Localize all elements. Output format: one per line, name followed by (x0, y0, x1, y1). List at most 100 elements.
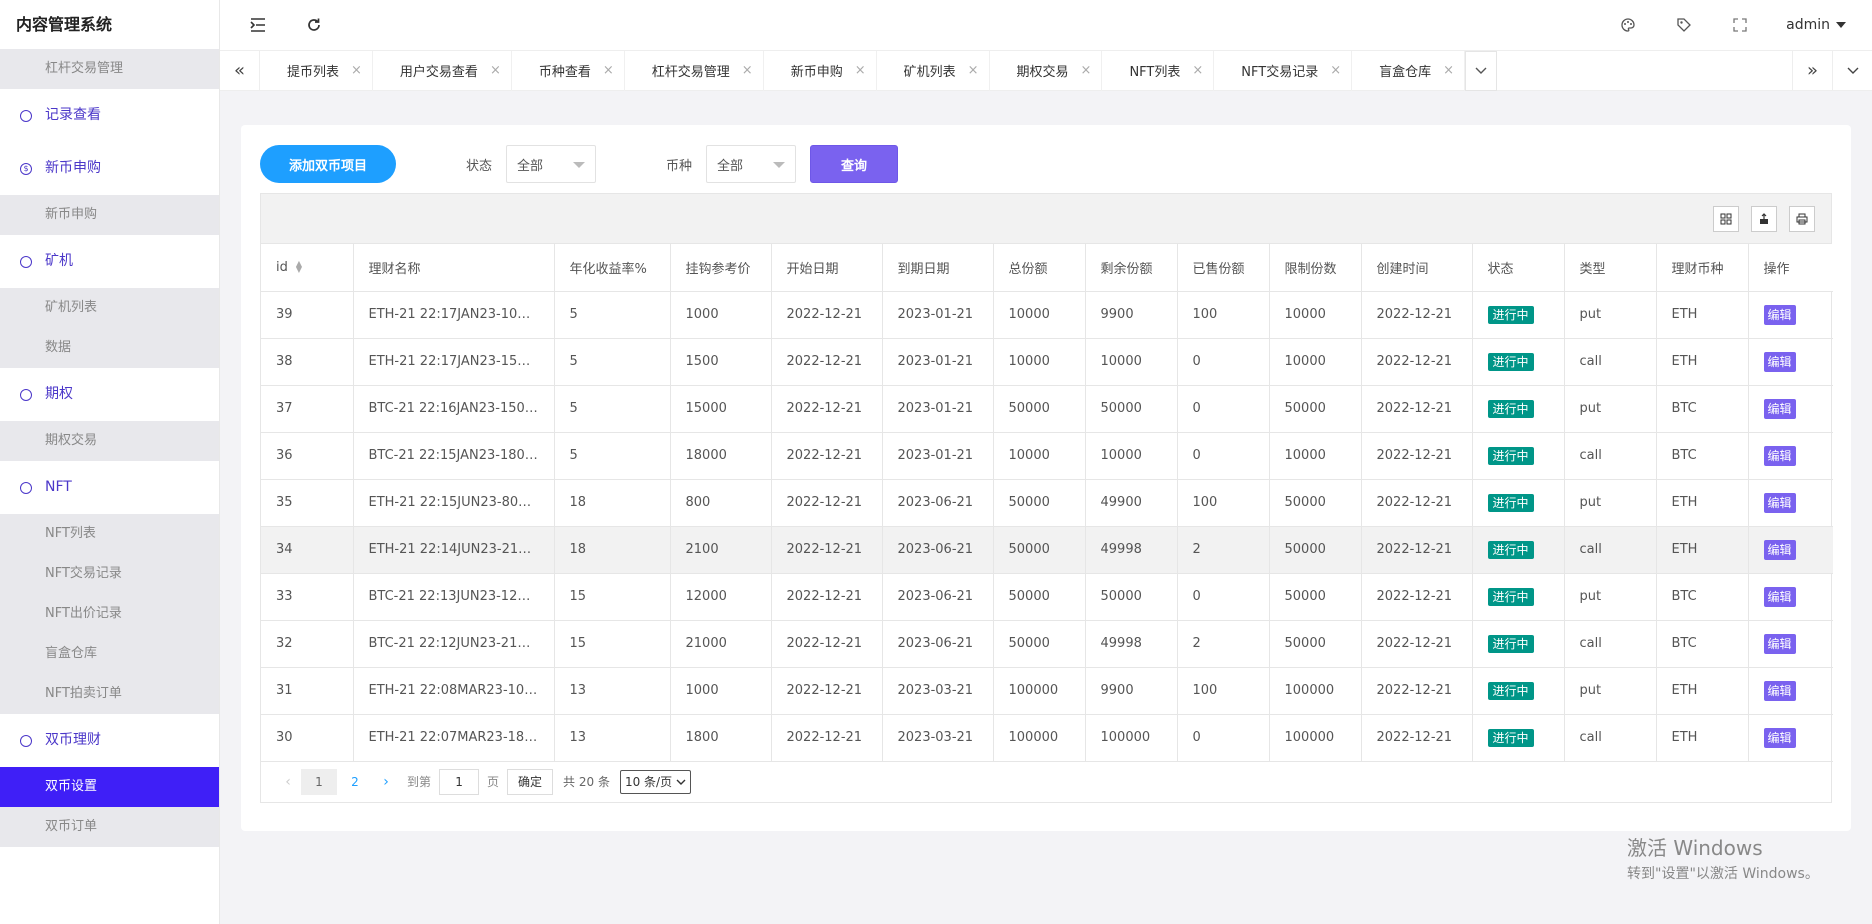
tab-label: NFT列表 (1129, 65, 1181, 80)
tab-item[interactable]: 盲盒仓库 × (1352, 50, 1466, 91)
add-dual-coin-button[interactable]: 添加双币项目 (260, 145, 397, 183)
tab-item[interactable]: 币种查看 × (512, 50, 625, 91)
print-icon[interactable] (1789, 205, 1815, 232)
column-header: 类型 (1564, 244, 1657, 292)
table-cell: 39 (261, 291, 354, 339)
submenu-item[interactable]: NFT拍卖订单 (0, 674, 219, 714)
sort-icon[interactable]: ▲ ▼ (296, 260, 302, 274)
page-2[interactable]: 2 (337, 769, 373, 795)
cell-action: 编辑 (1748, 714, 1833, 762)
refresh-icon[interactable] (304, 15, 324, 35)
edit-button[interactable]: 编辑 (1763, 493, 1796, 513)
table-tools (261, 194, 1831, 244)
table-cell: 5 (554, 432, 671, 480)
tabs-scroll-right-icon[interactable]: » (1792, 50, 1832, 91)
tab-item[interactable]: NFT列表 × (1102, 50, 1215, 91)
tab-item[interactable]: 用户交易查看 × (373, 50, 512, 91)
close-icon[interactable]: × (1081, 63, 1092, 78)
edit-button[interactable]: 编辑 (1763, 352, 1796, 372)
table-cell: 50000 (1269, 526, 1362, 574)
goto-page-input[interactable]: 1 (439, 768, 480, 795)
submenu-item[interactable]: NFT列表 (0, 514, 219, 554)
page-1[interactable]: 1 (301, 768, 337, 795)
submenu-item[interactable]: 杠杆交易管理 (0, 49, 219, 89)
submenu: 新币申购 (0, 195, 219, 235)
submenu-item[interactable]: 数据 (0, 328, 219, 368)
table-cell: 10000 (1085, 338, 1178, 386)
prev-page-icon[interactable]: ‹ (275, 774, 301, 790)
close-icon[interactable]: × (742, 63, 753, 78)
close-icon[interactable]: × (1330, 63, 1341, 78)
status-badge: 进行中 (1487, 494, 1534, 512)
table-cell: 2022-12-21 (1361, 432, 1473, 480)
next-page-icon[interactable]: › (373, 774, 399, 790)
query-button[interactable]: 查询 (810, 145, 899, 183)
close-icon[interactable]: × (490, 63, 501, 78)
edit-button[interactable]: 编辑 (1763, 681, 1796, 701)
tab-item[interactable]: NFT交易记录 × (1214, 50, 1353, 91)
submenu-item[interactable]: 双币设置 (0, 767, 219, 807)
page-size-select[interactable]: 10 条/页 (619, 769, 692, 794)
tabs-scroll-left-icon[interactable]: « (220, 50, 260, 91)
export-icon[interactable] (1751, 205, 1777, 232)
table-cell: 2022-12-21 (771, 620, 883, 668)
cell-action: 编辑 (1748, 667, 1833, 715)
column-header: 总份额 (993, 244, 1086, 292)
status-select[interactable]: 全部 (506, 145, 597, 183)
menu-group[interactable]: 记录查看 (0, 89, 219, 142)
tab-item[interactable]: 杠杆交易管理 × (625, 50, 764, 91)
close-icon[interactable]: × (351, 63, 362, 78)
menu-group[interactable]: 矿机 (0, 235, 219, 288)
edit-button[interactable]: 编辑 (1763, 587, 1796, 607)
tab-item[interactable]: 期权交易 × (990, 50, 1103, 91)
submenu-item[interactable]: 期权交易 (0, 421, 219, 461)
close-icon[interactable]: × (968, 63, 979, 78)
menu-group-label: 新币申购 (45, 160, 101, 176)
submenu-item[interactable]: 矿机列表 (0, 288, 219, 328)
menu-group[interactable]: 期权 (0, 368, 219, 421)
palette-icon[interactable] (1618, 15, 1638, 35)
tab-item[interactable]: 新币申购 × (764, 50, 877, 91)
edit-button[interactable]: 编辑 (1763, 446, 1796, 466)
menu-group[interactable]: 双币理财 (0, 714, 219, 767)
columns-filter-icon[interactable] (1713, 205, 1739, 232)
cell-status: 进行中 (1472, 432, 1565, 480)
table-cell: 2023-03-21 (882, 714, 994, 762)
windows-activation-watermark: 激活 Windows 转到"设置"以激活 Windows。 (1627, 832, 1819, 883)
table-cell: 9900 (1085, 291, 1178, 339)
cell-action: 编辑 (1748, 573, 1833, 621)
table-cell: 10000 (1269, 338, 1362, 386)
coin-select[interactable]: 全部 (706, 145, 797, 183)
chevron-down-icon[interactable] (1465, 50, 1498, 91)
submenu-item[interactable]: 盲盒仓库 (0, 634, 219, 674)
user-menu[interactable]: admin (1786, 17, 1846, 33)
close-icon[interactable]: × (1192, 63, 1203, 78)
close-icon[interactable]: × (603, 63, 614, 78)
tab-item[interactable]: 提币列表 × (260, 50, 373, 91)
edit-button[interactable]: 编辑 (1763, 540, 1796, 560)
edit-button[interactable]: 编辑 (1763, 728, 1796, 748)
edit-button[interactable]: 编辑 (1763, 305, 1796, 325)
tabs-dropdown-icon[interactable] (1832, 50, 1872, 91)
status-badge: 进行中 (1487, 306, 1534, 324)
edit-button[interactable]: 编辑 (1763, 634, 1796, 654)
goto-confirm-button[interactable]: 确定 (507, 768, 554, 795)
close-icon[interactable]: × (855, 63, 866, 78)
menu-fold-icon[interactable] (248, 15, 268, 35)
table-cell: 2023-06-21 (882, 479, 994, 527)
menu-group[interactable]: $ 新币申购 (0, 142, 219, 195)
status-badge: 进行中 (1487, 729, 1534, 747)
table-cell: 38 (261, 338, 354, 386)
tab-item[interactable]: 矿机列表 × (877, 50, 990, 91)
table-cell: 100000 (1269, 667, 1362, 715)
submenu-item[interactable]: 双币订单 (0, 807, 219, 847)
fullscreen-icon[interactable] (1730, 15, 1750, 35)
edit-button[interactable]: 编辑 (1763, 399, 1796, 419)
table-cell: 5 (554, 291, 671, 339)
submenu-item[interactable]: NFT出价记录 (0, 594, 219, 634)
tag-icon[interactable] (1674, 15, 1694, 35)
menu-group[interactable]: NFT (0, 461, 219, 514)
submenu-item[interactable]: 新币申购 (0, 195, 219, 235)
submenu-item[interactable]: NFT交易记录 (0, 554, 219, 594)
close-icon[interactable]: × (1443, 63, 1454, 78)
